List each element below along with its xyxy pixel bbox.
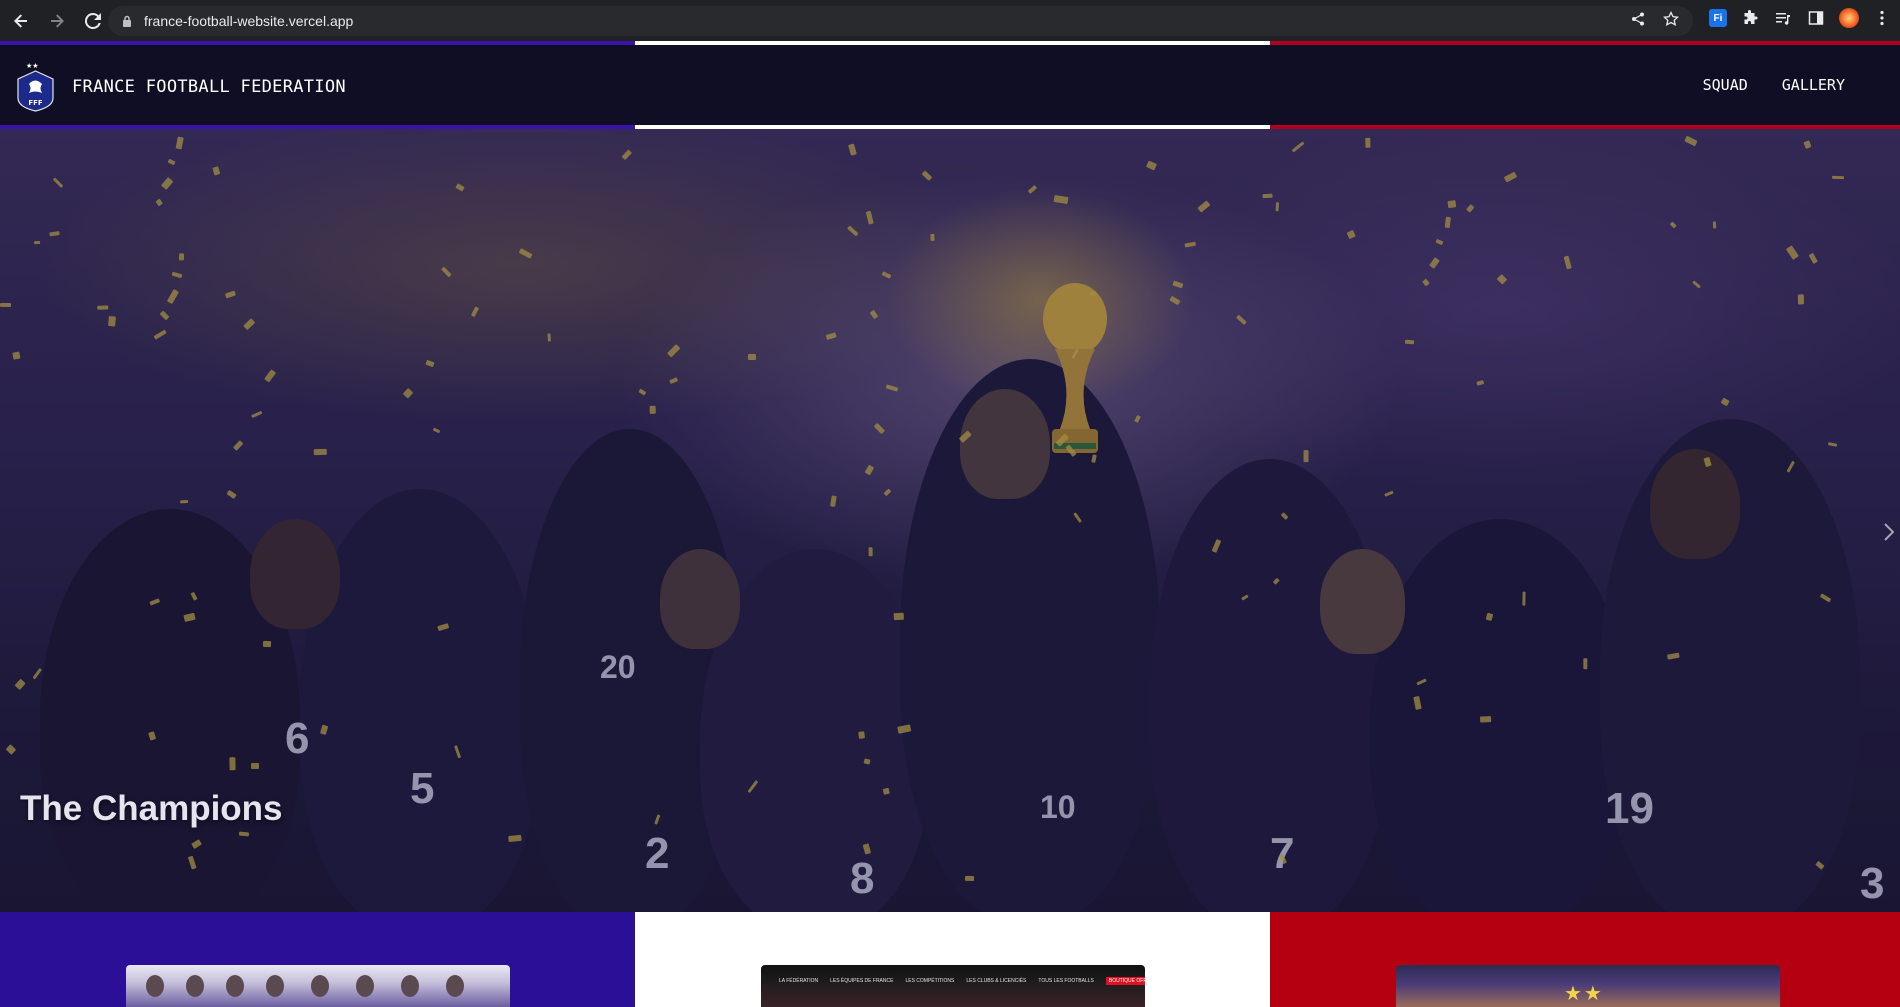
chevron-right-icon xyxy=(1884,523,1894,541)
nav-link-squad[interactable]: SQUAD xyxy=(1703,76,1748,94)
fff-crest-icon: ★★ FFF xyxy=(17,62,54,112)
extension-fi-icon[interactable]: Fi xyxy=(1709,9,1727,27)
mini-nav-item: TOUS LES FOOTBALLS xyxy=(1038,978,1094,984)
header-stripe-blue xyxy=(0,41,635,45)
reload-button[interactable] xyxy=(78,6,108,36)
nav-link-gallery[interactable]: GALLERY xyxy=(1782,76,1845,94)
mini-nav-item: LES COMPÉTITIONS xyxy=(905,978,955,984)
two-stars-icon: ★★ xyxy=(1564,983,1604,1005)
crest-text: FFF xyxy=(28,99,43,107)
back-arrow-icon xyxy=(14,13,27,28)
url-text: france-football-website.vercel.app xyxy=(144,13,354,29)
site-title: FRANCE FOOTBALL FEDERATION xyxy=(72,77,346,97)
mini-nav-item: BOUTIQUE OFFICIELLE xyxy=(1105,977,1145,985)
address-bar[interactable]: france-football-website.vercel.app xyxy=(108,6,1693,36)
extensions-puzzle-icon[interactable] xyxy=(1740,8,1760,28)
brand[interactable]: ★★ FFF FRANCE FOOTBALL FEDERATION xyxy=(15,62,346,112)
preview-card-squad-photo[interactable] xyxy=(126,965,510,1007)
header-stripe-white xyxy=(635,41,1270,45)
share-icon[interactable] xyxy=(1631,12,1645,31)
back-button[interactable] xyxy=(6,6,36,36)
mini-nav-item: LES ÉQUIPES DE FRANCE xyxy=(830,978,894,984)
lock-icon xyxy=(120,14,134,28)
side-panel-icon[interactable] xyxy=(1806,8,1826,28)
forward-arrow-icon xyxy=(51,13,64,28)
band-column-blue xyxy=(0,912,635,1007)
band-column-white: LA FÉDÉRATION LES ÉQUIPES DE FRANCE LES … xyxy=(635,912,1270,1007)
reload-icon xyxy=(85,12,101,29)
more-menu-icon[interactable] xyxy=(1872,8,1892,28)
browser-toolbar: france-football-website.vercel.app Fi xyxy=(0,0,1900,41)
mini-nav-item: LES CLUBS & LICENCIÉS xyxy=(966,978,1027,984)
svg-text:★★: ★★ xyxy=(26,62,39,70)
band-column-red: ★★ xyxy=(1270,912,1900,1007)
site-header: ★★ FFF FRANCE FOOTBALL FEDERATION SQUAD … xyxy=(0,41,1900,129)
bookmark-star-icon[interactable] xyxy=(1662,10,1680,32)
media-queue-icon[interactable] xyxy=(1773,8,1793,28)
header-stripe-red xyxy=(1270,41,1900,45)
hero-caption: The Champions xyxy=(20,789,283,828)
hero-overlay xyxy=(0,129,1900,912)
preview-mini-nav: LA FÉDÉRATION LES ÉQUIPES DE FRANCE LES … xyxy=(779,977,1145,985)
carousel-next-button[interactable] xyxy=(1882,520,1896,544)
gallery-preview-band: LA FÉDÉRATION LES ÉQUIPES DE FRANCE LES … xyxy=(0,912,1900,1007)
forward-button[interactable] xyxy=(42,6,72,36)
preview-card-celebration[interactable]: ★★ xyxy=(1396,965,1780,1007)
main-nav: SQUAD GALLERY xyxy=(1703,76,1845,94)
preview-card-fff-website[interactable]: LA FÉDÉRATION LES ÉQUIPES DE FRANCE LES … xyxy=(761,965,1145,1007)
mini-nav-item: LA FÉDÉRATION xyxy=(779,978,819,984)
profile-avatar[interactable] xyxy=(1839,8,1859,28)
hero-section: 6 5 2 8 7 19 3 20 10 The Champions xyxy=(0,129,1900,912)
